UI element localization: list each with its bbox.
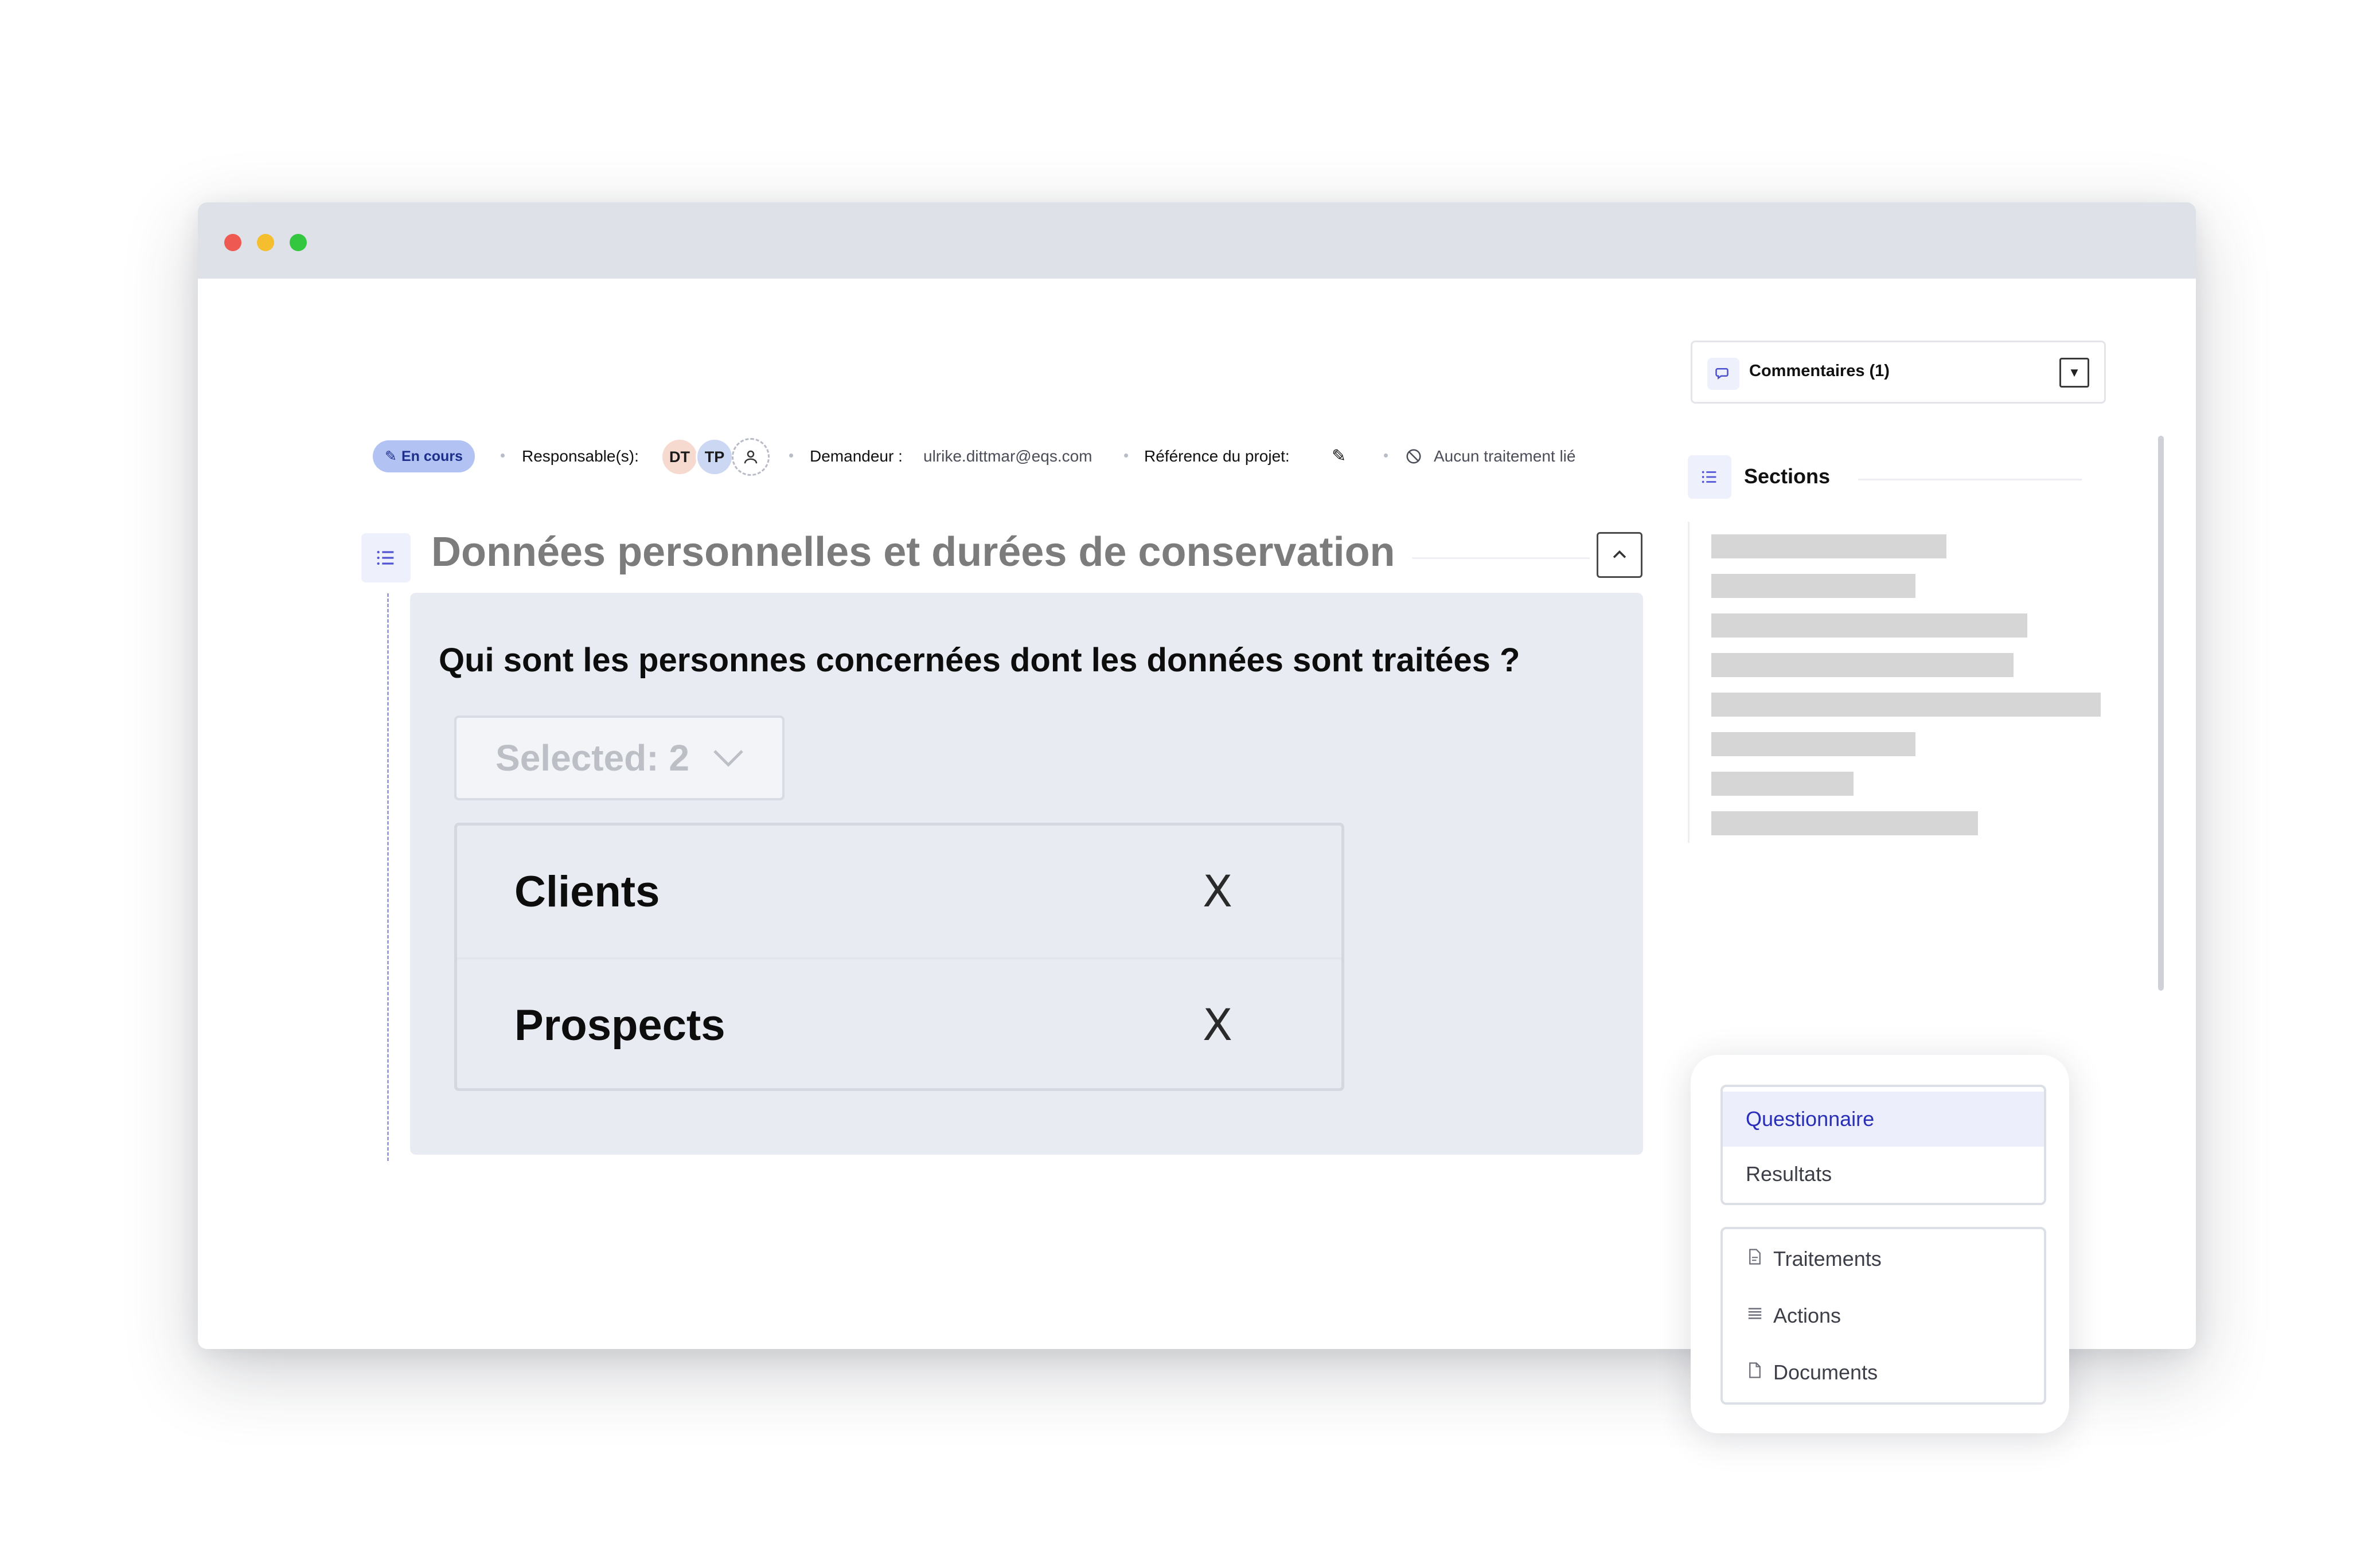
avatar-dt[interactable]: DT [661, 438, 699, 476]
close-window-button[interactable] [224, 234, 241, 251]
nav-item-traitements[interactable]: Traitements [1723, 1231, 2044, 1287]
document-icon [1745, 1248, 1765, 1270]
remove-option-button[interactable]: X [1203, 999, 1232, 1050]
demandeur-email: ulrike.dittmar@eqs.com [923, 447, 1093, 465]
separator-dot [501, 453, 505, 458]
section-placeholder[interactable] [1711, 574, 1915, 598]
separator-dot [1384, 453, 1388, 458]
comments-dropdown[interactable]: Commentaires (1) ▼ [1691, 341, 2106, 404]
nav-item-actions[interactable]: Actions [1723, 1288, 2044, 1343]
divider [1688, 522, 1690, 843]
minimize-window-button[interactable] [257, 234, 274, 251]
list-icon [1745, 1306, 1765, 1326]
divider [1412, 557, 1590, 559]
separator-dot [789, 453, 793, 458]
tab-questionnaire[interactable]: Questionnaire [1723, 1092, 2044, 1147]
selected-options-list: Clients X Prospects X [454, 823, 1344, 1091]
pencil-icon: ✎ [385, 448, 397, 464]
question-title: Qui sont les personnes concernées dont l… [439, 642, 1520, 679]
divider [1858, 479, 2082, 480]
tab-resultats[interactable]: Resultats [1723, 1147, 2044, 1202]
no-link-icon [1405, 439, 1422, 474]
collapse-section-button[interactable] [1597, 532, 1642, 578]
section-placeholder[interactable] [1711, 613, 2027, 638]
section-guide-line [387, 593, 389, 1161]
chat-icon [1707, 358, 1739, 390]
option-label: Clients [514, 867, 660, 916]
section-placeholder[interactable] [1711, 772, 1854, 796]
comments-label: Commentaires (1) [1749, 362, 1890, 380]
title-bar [198, 202, 2196, 279]
section-title: Données personnelles et durées de conser… [431, 529, 1395, 575]
section-placeholder[interactable] [1711, 811, 1978, 835]
multi-select-dropdown[interactable]: Selected: 2 [454, 716, 785, 800]
user-icon [744, 450, 758, 464]
list-item: Prospects X [457, 959, 1341, 1091]
status-badge[interactable]: ✎ En cours [373, 440, 475, 472]
chevron-up-icon [1613, 550, 1626, 558]
add-user-button[interactable] [732, 438, 770, 476]
avatar-tp[interactable]: TP [696, 438, 733, 476]
list-item: Clients X [457, 826, 1341, 959]
section-placeholder[interactable] [1711, 693, 2101, 717]
caret-down-icon[interactable]: ▼ [2059, 358, 2089, 388]
option-label: Prospects [514, 1001, 725, 1050]
chevron-down-icon [712, 740, 744, 777]
edit-reference-icon[interactable]: ✎ [1332, 439, 1346, 474]
demandeur-label: Demandeur : [810, 447, 903, 465]
nav-item-documents[interactable]: Documents [1723, 1345, 2044, 1400]
sections-title: Sections [1744, 464, 1831, 488]
maximize-window-button[interactable] [290, 234, 307, 251]
file-icon [1745, 1362, 1765, 1383]
reference-label: Référence du projet: [1144, 447, 1290, 465]
remove-option-button[interactable]: X [1203, 866, 1232, 917]
section-placeholder[interactable] [1711, 732, 1915, 756]
section-placeholder[interactable] [1711, 653, 2014, 677]
traitement-status: Aucun traitement lié [1434, 447, 1576, 465]
scrollbar[interactable] [2158, 436, 2164, 991]
separator-dot [1124, 453, 1128, 458]
view-tabs: Questionnaire Resultats [1720, 1085, 2046, 1205]
section-placeholder[interactable] [1711, 534, 1946, 558]
list-icon [361, 533, 411, 582]
related-links: Traitements Actions Documents [1720, 1227, 2046, 1405]
list-icon [1688, 455, 1731, 499]
responsables-label: Responsable(s): [522, 447, 639, 465]
